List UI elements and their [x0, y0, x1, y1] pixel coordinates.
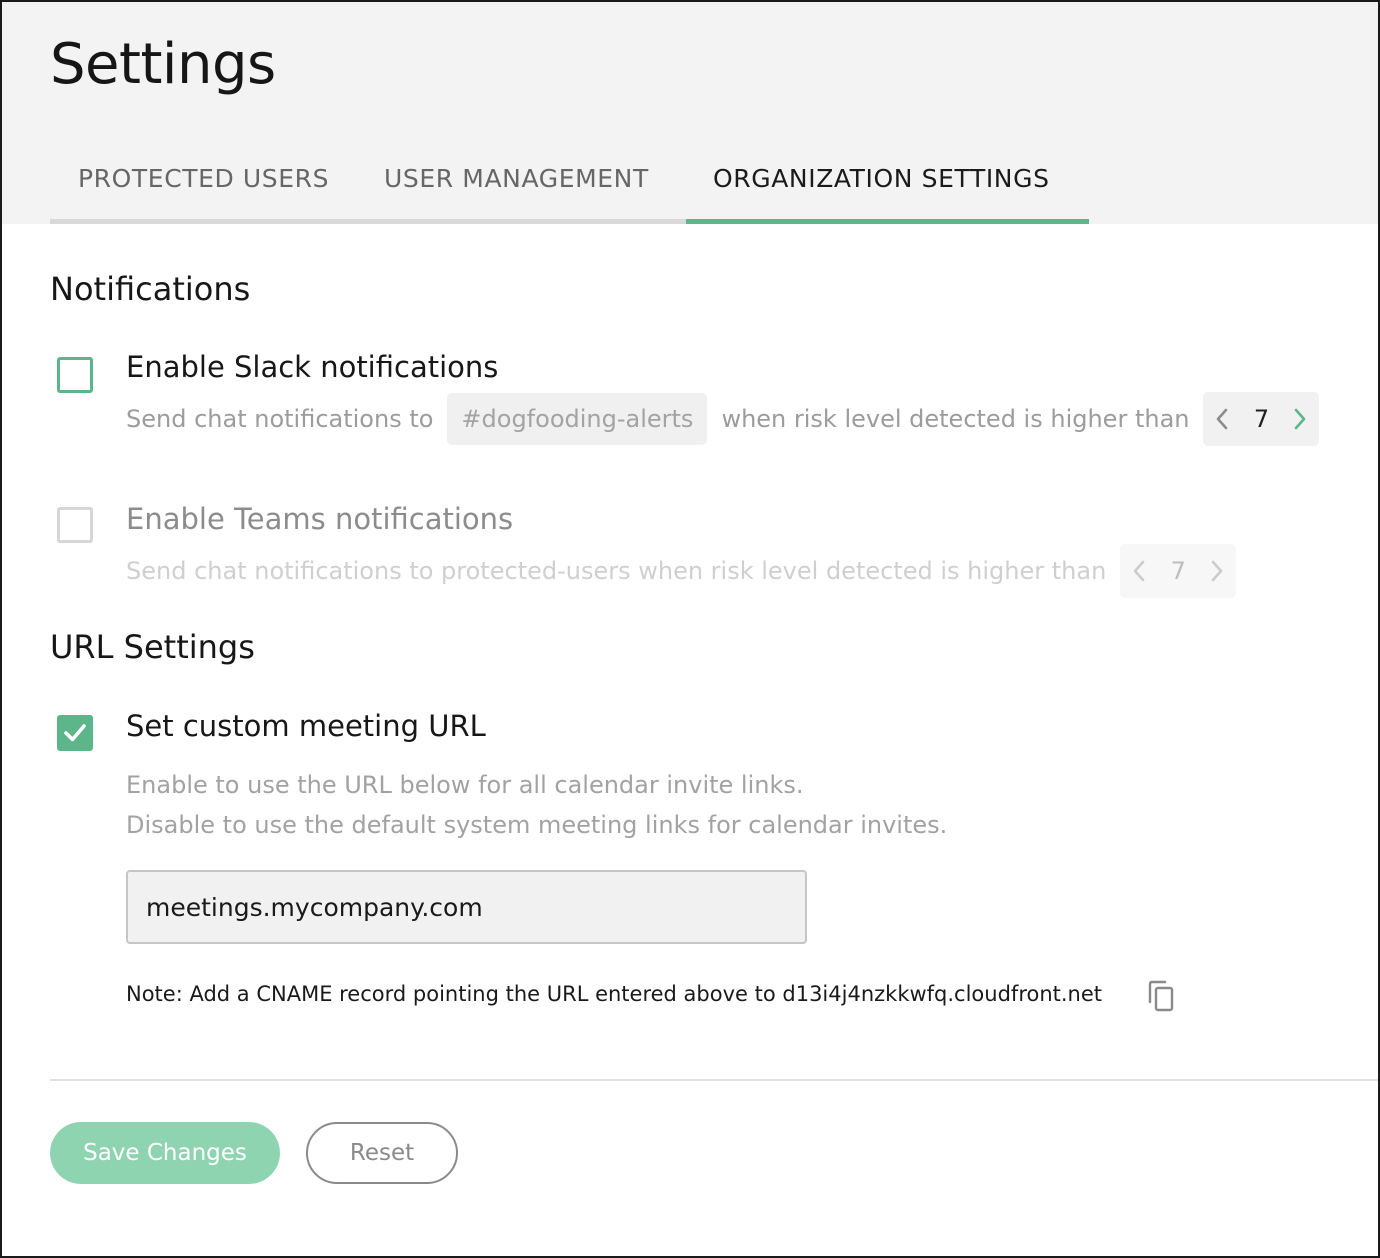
slack-notifications-row: Send chat notifications to #dogfooding-a…: [126, 392, 1320, 446]
notifications-section-title: Notifications: [50, 270, 251, 308]
custom-meeting-url-checkbox[interactable]: [57, 715, 93, 751]
tab-bar: PROTECTED USERS USER MANAGEMENT ORGANIZA…: [50, 152, 1089, 224]
teams-risk-level-value: 7: [1170, 557, 1186, 585]
chevron-left-icon[interactable]: [1209, 399, 1235, 439]
custom-meeting-url-input[interactable]: [126, 870, 807, 944]
custom-url-description-line2: Disable to use the default system meetin…: [126, 811, 948, 839]
tab-protected-users[interactable]: PROTECTED USERS: [50, 152, 357, 224]
slack-prefix-text: Send chat notifications to: [126, 405, 434, 433]
slack-suffix-text: when risk level detected is higher than: [721, 405, 1190, 433]
teams-description-text: Send chat notifications to protected-use…: [126, 557, 1107, 585]
page-title: Settings: [50, 32, 276, 97]
chevron-right-icon[interactable]: [1204, 551, 1230, 591]
tab-user-management[interactable]: USER MANAGEMENT: [357, 152, 686, 224]
slack-risk-level-stepper: 7: [1203, 392, 1320, 446]
url-settings-section-title: URL Settings: [50, 628, 255, 666]
teams-notifications-label: Enable Teams notifications: [126, 502, 514, 536]
custom-meeting-url-label: Set custom meeting URL: [126, 709, 486, 743]
slack-notifications-label: Enable Slack notifications: [126, 350, 499, 384]
copy-icon[interactable]: [1145, 978, 1177, 1014]
reset-button[interactable]: Reset: [306, 1122, 458, 1184]
slack-notifications-checkbox[interactable]: [57, 357, 93, 393]
settings-header: Settings PROTECTED USERS USER MANAGEMENT…: [2, 2, 1378, 224]
footer-divider: [50, 1079, 1378, 1081]
slack-channel-field[interactable]: #dogfooding-alerts: [447, 393, 708, 445]
custom-url-description-line1: Enable to use the URL below for all cale…: [126, 771, 804, 799]
cname-note: Note: Add a CNAME record pointing the UR…: [126, 982, 1103, 1006]
check-icon: [64, 724, 86, 742]
teams-risk-level-stepper: 7: [1120, 544, 1237, 598]
chevron-right-icon[interactable]: [1287, 399, 1313, 439]
save-changes-button[interactable]: Save Changes: [50, 1122, 280, 1184]
slack-risk-level-value: 7: [1253, 405, 1270, 433]
teams-notifications-row: Send chat notifications to protected-use…: [126, 544, 1237, 598]
teams-notifications-checkbox[interactable]: [57, 507, 93, 543]
tab-organization-settings[interactable]: ORGANIZATION SETTINGS: [686, 152, 1089, 224]
chevron-left-icon[interactable]: [1126, 551, 1152, 591]
settings-window: Settings PROTECTED USERS USER MANAGEMENT…: [0, 0, 1380, 1258]
